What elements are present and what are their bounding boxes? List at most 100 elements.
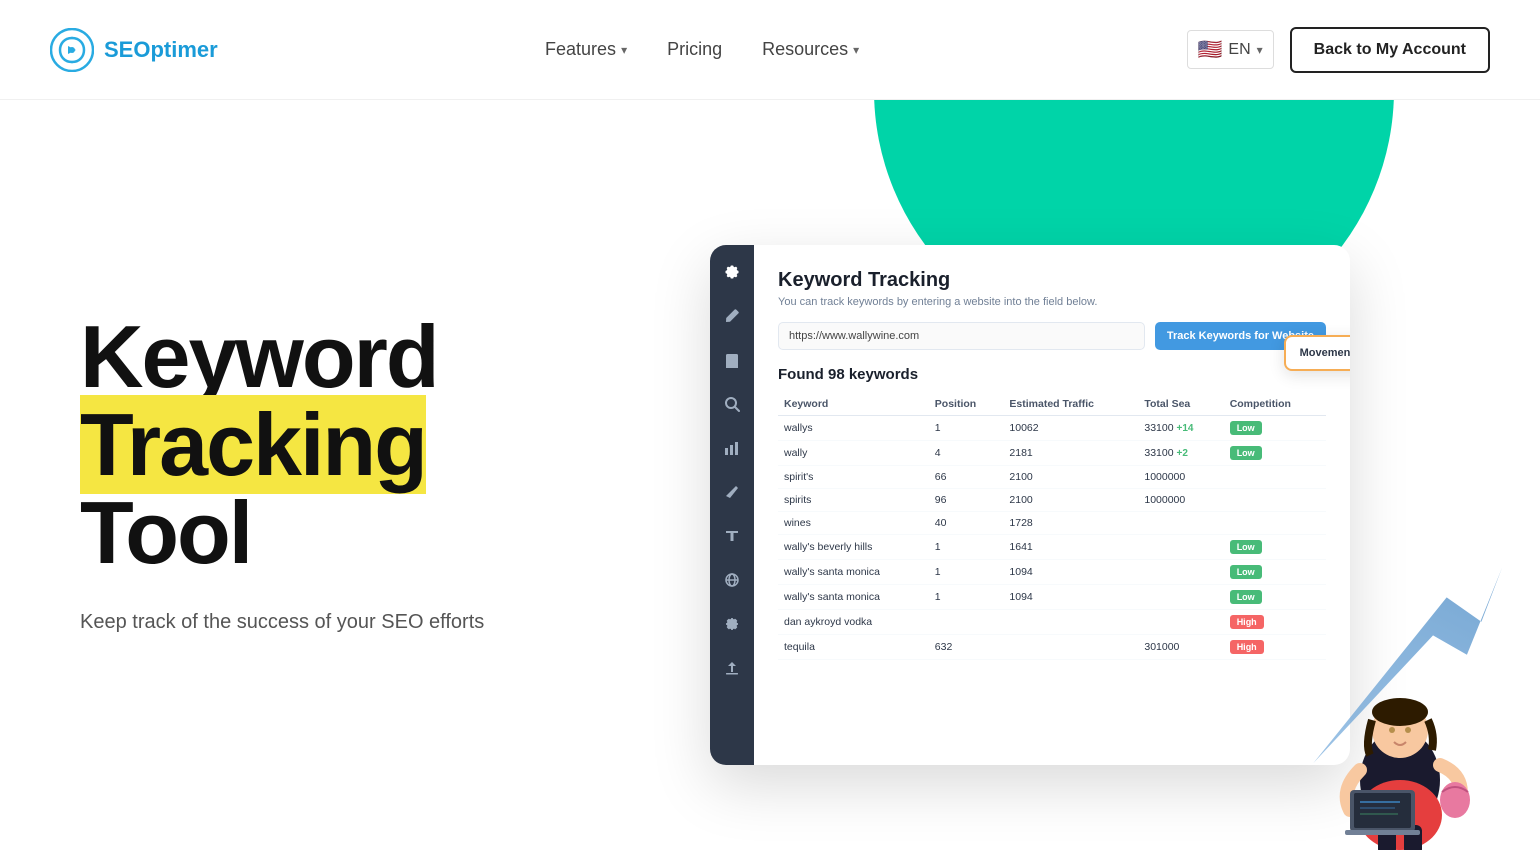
- cell-position: 632: [929, 635, 1004, 660]
- hero-title: Keyword Tracking Tool: [80, 313, 600, 577]
- col-position: Position: [929, 393, 1004, 416]
- table-row: wally's beverly hills 1 1641 Low: [778, 535, 1326, 560]
- table-row: dan aykroyd vodka High: [778, 610, 1326, 635]
- competition-badge: Low: [1230, 446, 1262, 460]
- resources-chevron-icon: ▾: [853, 43, 859, 57]
- dashboard-title: Keyword Tracking: [778, 269, 1326, 292]
- dashboard-sidebar: [710, 245, 754, 765]
- cell-traffic: 1728: [1003, 512, 1138, 535]
- cell-competition: Low: [1224, 560, 1326, 585]
- logo-text: SEOptimer: [104, 37, 218, 63]
- lang-chevron-icon: ▾: [1257, 43, 1263, 57]
- sidebar-gear2-icon[interactable]: [721, 613, 743, 635]
- cell-total: 301000: [1138, 635, 1223, 660]
- language-selector[interactable]: 🇺🇸 EN ▾: [1187, 30, 1274, 69]
- cell-competition: [1224, 489, 1326, 512]
- cell-total: [1138, 585, 1223, 610]
- main-nav: Features ▾ Pricing Resources ▾: [545, 39, 859, 60]
- dashboard-search-row: Track Keywords for Website: [778, 322, 1326, 350]
- movement-value: +2: [1176, 448, 1187, 459]
- main-content: Keyword Tracking Tool Keep track of the …: [0, 100, 1540, 850]
- cell-total: [1138, 610, 1223, 635]
- competition-badge: Low: [1230, 590, 1262, 604]
- cell-traffic: 1641: [1003, 535, 1138, 560]
- table-row: wallys 1 10062 33100 +14 Low: [778, 416, 1326, 441]
- sidebar-chart-icon[interactable]: [721, 437, 743, 459]
- cell-keyword: tequila: [778, 635, 929, 660]
- col-total: Total Sea: [1138, 393, 1223, 416]
- col-competition: Competition: [1224, 393, 1326, 416]
- found-keywords-count: Found 98 keywords: [778, 366, 1326, 383]
- movement-popup: Movement: [1284, 335, 1350, 371]
- keywords-table-body: wallys 1 10062 33100 +14 Low wally 4 218…: [778, 416, 1326, 660]
- cell-position: 1: [929, 416, 1004, 441]
- table-row: spirits 96 2100 1000000: [778, 489, 1326, 512]
- competition-badge: Low: [1230, 421, 1262, 435]
- table-row: tequila 632 301000 High: [778, 635, 1326, 660]
- cell-traffic: [1003, 610, 1138, 635]
- cell-keyword: wally's beverly hills: [778, 535, 929, 560]
- nav-features[interactable]: Features ▾: [545, 39, 627, 60]
- hero-left: Keyword Tracking Tool Keep track of the …: [80, 313, 600, 637]
- sidebar-upload-icon[interactable]: [721, 657, 743, 679]
- sidebar-pencil-icon[interactable]: [721, 481, 743, 503]
- hero-right: Keyword Tracking You can track keywords …: [600, 100, 1460, 850]
- sidebar-text-icon[interactable]: [721, 525, 743, 547]
- competition-badge: Low: [1230, 540, 1262, 554]
- cell-position: 66: [929, 466, 1004, 489]
- cell-competition: [1224, 466, 1326, 489]
- table-row: wally 4 2181 33100 +2 Low: [778, 441, 1326, 466]
- competition-badge: High: [1230, 615, 1264, 629]
- cell-traffic: [1003, 635, 1138, 660]
- cell-position: 1: [929, 585, 1004, 610]
- competition-badge: Low: [1230, 565, 1262, 579]
- cell-total: 1000000: [1138, 489, 1223, 512]
- table-row: wally's santa monica 1 1094 Low: [778, 560, 1326, 585]
- cell-position: 4: [929, 441, 1004, 466]
- cell-competition: Low: [1224, 416, 1326, 441]
- hero-subtitle: Keep track of the success of your SEO ef…: [80, 607, 600, 637]
- sidebar-report-icon[interactable]: [721, 349, 743, 371]
- sidebar-settings-icon[interactable]: [721, 261, 743, 283]
- cell-total: [1138, 512, 1223, 535]
- header: SEOptimer Features ▾ Pricing Resources ▾…: [0, 0, 1540, 100]
- cell-total: [1138, 560, 1223, 585]
- cell-traffic: 1094: [1003, 585, 1138, 610]
- table-row: wines 40 1728: [778, 512, 1326, 535]
- cell-position: 40: [929, 512, 1004, 535]
- nav-resources[interactable]: Resources ▾: [762, 39, 859, 60]
- cell-keyword: wally: [778, 441, 929, 466]
- cell-keyword: spirit's: [778, 466, 929, 489]
- lang-label: EN: [1228, 41, 1250, 59]
- nav-pricing[interactable]: Pricing: [667, 39, 722, 60]
- cell-keyword: wally's santa monica: [778, 585, 929, 610]
- cell-keyword: dan aykroyd vodka: [778, 610, 929, 635]
- table-row: spirit's 66 2100 1000000: [778, 466, 1326, 489]
- us-flag-icon: 🇺🇸: [1198, 37, 1223, 62]
- sidebar-edit-icon[interactable]: [721, 305, 743, 327]
- cell-total: 1000000: [1138, 466, 1223, 489]
- cell-keyword: wines: [778, 512, 929, 535]
- cell-total: 33100 +14: [1138, 416, 1223, 441]
- seoptimer-logo-icon: [50, 28, 94, 72]
- dashboard-search-input[interactable]: [778, 322, 1145, 350]
- cell-traffic: 2181: [1003, 441, 1138, 466]
- logo[interactable]: SEOptimer: [50, 28, 218, 72]
- keywords-table: Keyword Position Estimated Traffic Total…: [778, 393, 1326, 660]
- sidebar-globe-icon[interactable]: [721, 569, 743, 591]
- col-traffic: Estimated Traffic: [1003, 393, 1138, 416]
- cell-position: 1: [929, 535, 1004, 560]
- movement-value: +14: [1176, 423, 1193, 434]
- dashboard-main-content: Keyword Tracking You can track keywords …: [754, 245, 1350, 765]
- cell-traffic: 10062: [1003, 416, 1138, 441]
- cell-total: 33100 +2: [1138, 441, 1223, 466]
- cell-keyword: wallys: [778, 416, 929, 441]
- competition-badge: High: [1230, 640, 1264, 654]
- sidebar-search-icon[interactable]: [721, 393, 743, 415]
- table-row: wally's santa monica 1 1094 Low: [778, 585, 1326, 610]
- dashboard-card: Keyword Tracking You can track keywords …: [710, 245, 1350, 765]
- cell-competition: [1224, 512, 1326, 535]
- back-to-account-button[interactable]: Back to My Account: [1290, 27, 1490, 73]
- header-right: 🇺🇸 EN ▾ Back to My Account: [1187, 27, 1491, 73]
- cell-position: 1: [929, 560, 1004, 585]
